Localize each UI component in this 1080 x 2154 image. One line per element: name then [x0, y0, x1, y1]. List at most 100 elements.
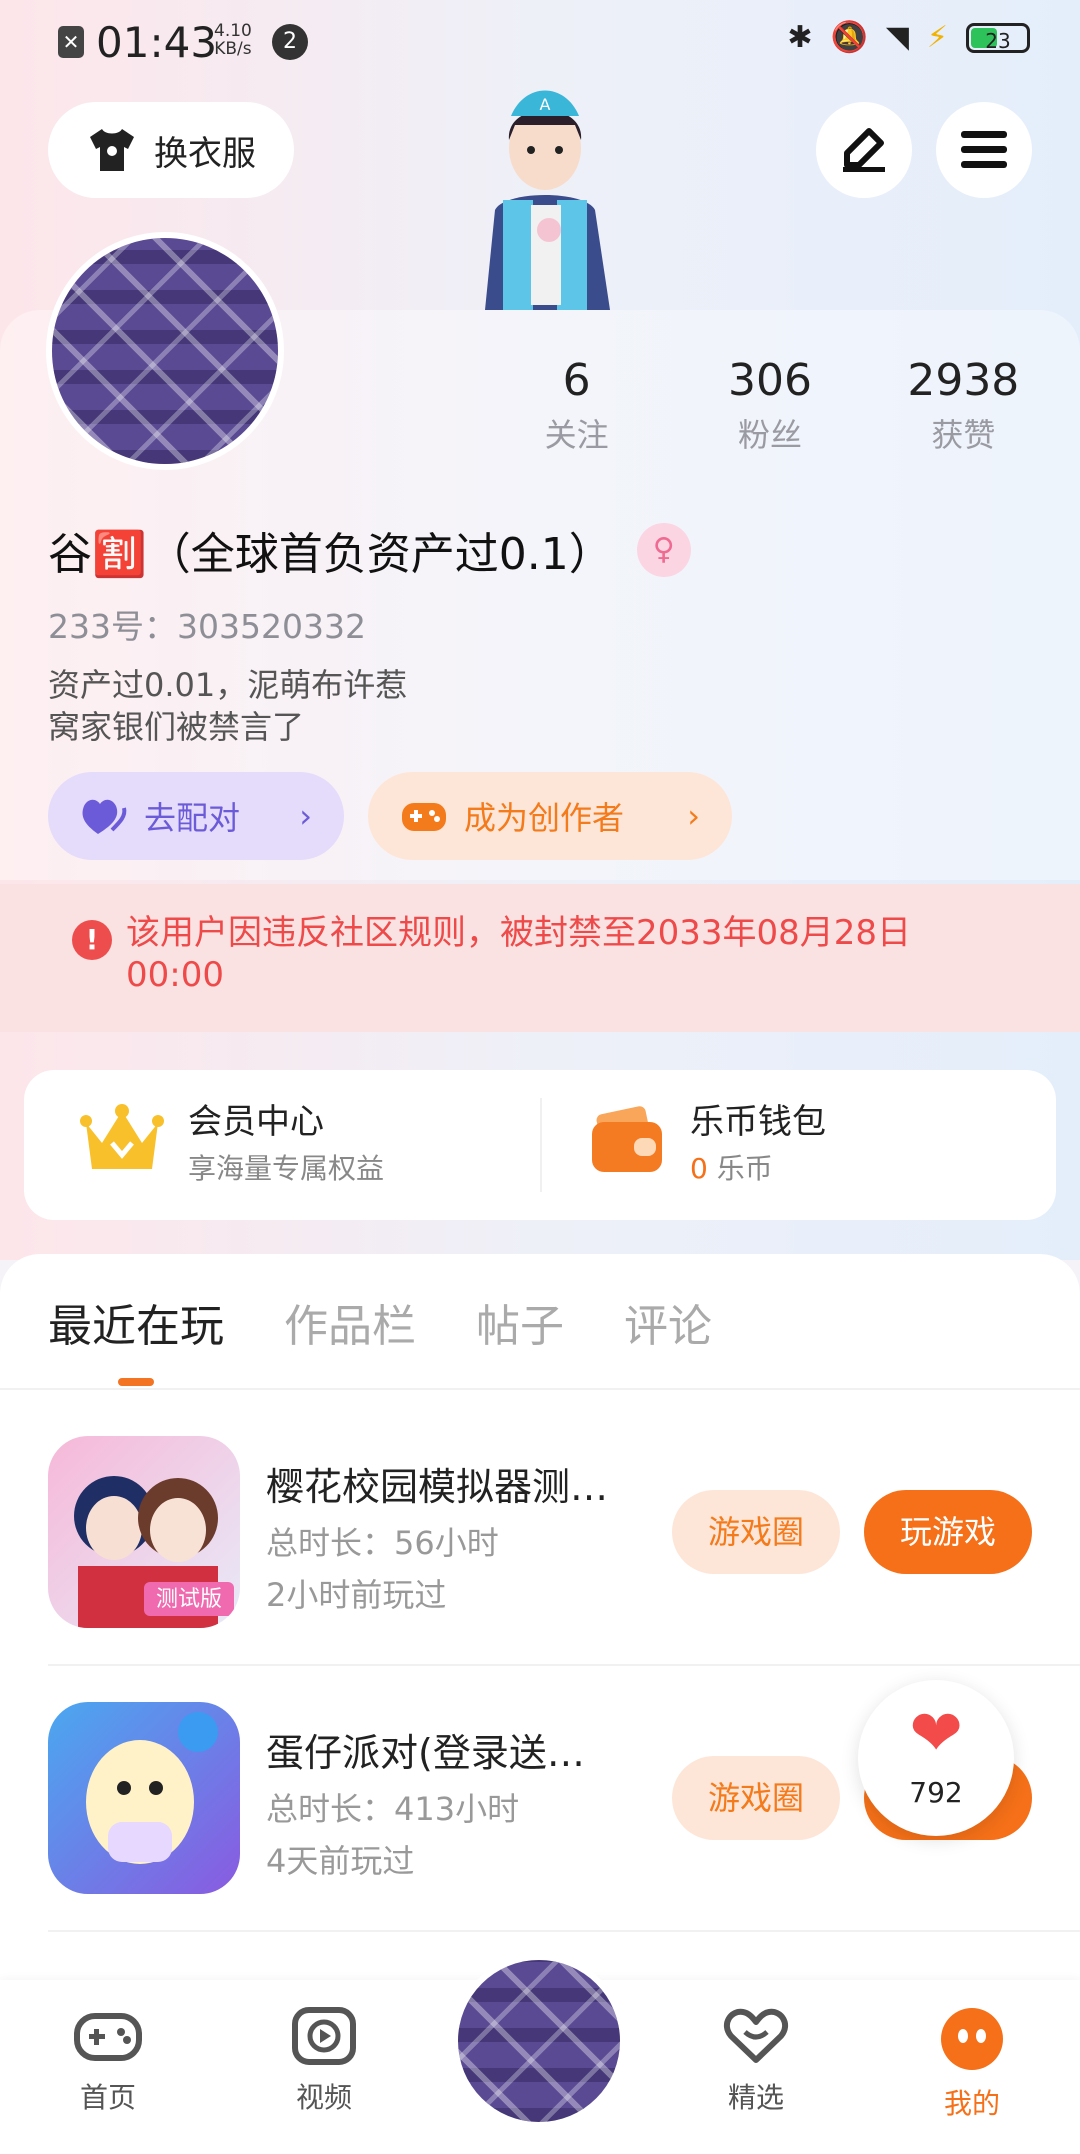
game-circle-button[interactable]: 游戏圈 — [672, 1756, 840, 1840]
nav-featured[interactable]: 精选 — [696, 2006, 816, 2116]
username: 谷🈹（全球首负资产过0.1） — [48, 529, 613, 580]
wallet-title: 乐币钱包 — [690, 1102, 826, 1142]
game-icon-sakura: 测试版 — [48, 1436, 240, 1628]
notification-count-badge: 2 — [272, 24, 308, 60]
avatar-image — [458, 1960, 620, 2122]
divider — [48, 1664, 1080, 1666]
hamburger-menu-icon — [961, 131, 1007, 168]
nav-home[interactable]: 首页 — [48, 2006, 168, 2116]
game-title: 樱花校园模拟器测… — [266, 1465, 609, 1509]
battery-level: 23 — [985, 28, 1011, 53]
character-avatar-figure[interactable]: A — [465, 80, 625, 310]
bio-line-2: 窝家银们被禁言了 — [48, 708, 305, 746]
edit-profile-button[interactable] — [816, 102, 912, 198]
mute-bell-icon: 🔕 — [830, 20, 868, 55]
tab-works[interactable]: 作品栏 — [284, 1290, 416, 1354]
profile-avatar[interactable] — [46, 232, 284, 470]
ban-notice: ! 该用户因违反社区规则，被封禁至2033年08月28日 00:00 — [0, 884, 1080, 1032]
followers-label: 粉丝 — [737, 416, 802, 454]
wallet[interactable]: 乐币钱包 0 乐币 — [590, 1094, 826, 1187]
pencil-icon — [843, 128, 885, 172]
network-speed-value: 4.10 — [214, 21, 252, 41]
gamepad-icon — [74, 2013, 142, 2061]
likes-count: 2938 — [907, 355, 1020, 406]
game-last-played: 4天前玩过 — [266, 1842, 415, 1880]
user-bio: 资产过0.01，泥萌布许惹 窝家银们被禁言了 — [48, 664, 407, 748]
avatar-image — [52, 238, 278, 464]
nav-video-label: 视频 — [295, 2081, 352, 2114]
game-badge: 测试版 — [156, 1587, 222, 1612]
following-count: 6 — [562, 355, 591, 406]
wallet-icon — [592, 1105, 662, 1172]
nav-video[interactable]: 视频 — [264, 2006, 384, 2116]
svg-text:A: A — [540, 95, 551, 114]
followers-stat[interactable]: 306 粉丝 — [673, 355, 866, 456]
status-time: 01:43 — [96, 18, 218, 67]
followers-count: 306 — [728, 355, 812, 406]
become-creator-label: 成为创作者 — [464, 799, 625, 837]
game-duration: 总时长：56小时 — [266, 1524, 499, 1562]
alert-icon: ! — [72, 920, 112, 960]
status-bar: ✕ 01:43 4.10 KB/s 2 ✱ 🔕 ◥ ⚡ 23 — [0, 0, 1080, 90]
tab-posts[interactable]: 帖子 — [476, 1290, 564, 1354]
vip-wallet-card: 会员中心 享海量专属权益 乐币钱包 0 乐币 — [24, 1070, 1056, 1220]
active-tab-indicator — [118, 1378, 154, 1386]
heart-chat-icon — [723, 2008, 789, 2063]
divider — [0, 1388, 1080, 1390]
chevron-right-icon: › — [299, 797, 312, 835]
membership-title: 会员中心 — [188, 1102, 324, 1142]
crown-icon — [80, 1103, 164, 1169]
game-row[interactable]: 测试版 樱花校园模拟器测… 总时长：56小时 2小时前玩过 游戏圈 玩游戏 — [48, 1436, 1048, 1632]
following-label: 关注 — [544, 416, 609, 454]
divider — [48, 1930, 1080, 1932]
female-gender-icon: ♀ — [636, 523, 691, 577]
charging-icon: ⚡ — [926, 20, 948, 55]
profile-tabs: 最近在玩 作品栏 帖子 评论 — [48, 1290, 712, 1354]
game-icon-eggy-party — [48, 1702, 240, 1894]
center-avatar-button[interactable] — [452, 1954, 626, 2128]
bio-line-1: 资产过0.01，泥萌布许惹 — [48, 666, 408, 704]
user-id: 233号：303520332 — [48, 607, 366, 646]
match-button[interactable]: 去配对 › — [48, 772, 344, 860]
ban-notice-text: 该用户因违反社区规则，被封禁至2033年08月28日 00:00 — [126, 913, 912, 995]
name-row: 谷🈹（全球首负资产过0.1） ♀ — [48, 518, 691, 582]
wallet-amount: 0 — [690, 1152, 708, 1185]
game-last-played: 2小时前玩过 — [266, 1576, 447, 1614]
match-label: 去配对 — [144, 799, 241, 837]
profile-stats: 6 关注 306 粉丝 2938 获赞 — [480, 355, 1060, 456]
membership-subtitle: 享海量专属权益 — [188, 1152, 385, 1185]
likes-stat[interactable]: 2938 获赞 — [867, 355, 1060, 456]
membership-center[interactable]: 会员中心 享海量专属权益 — [80, 1094, 384, 1187]
game-title: 蛋仔派对(登录送… — [266, 1731, 585, 1775]
nav-mine-label: 我的 — [943, 2087, 1000, 2120]
battery-icon: 23 — [966, 22, 1030, 53]
menu-button[interactable] — [936, 102, 1032, 198]
tab-comments[interactable]: 评论 — [624, 1290, 712, 1354]
divider — [540, 1098, 542, 1192]
following-stat[interactable]: 6 关注 — [480, 355, 673, 456]
tshirt-icon — [90, 129, 134, 171]
game-circle-button[interactable]: 游戏圈 — [672, 1490, 840, 1574]
video-play-icon — [292, 2007, 356, 2065]
status-icons: ✱ 🔕 ◥ ⚡ 23 — [787, 20, 1030, 55]
network-speed-unit: KB/s — [214, 39, 252, 59]
bluetooth-icon: ✱ — [787, 20, 813, 55]
gamepad-icon — [402, 803, 446, 831]
wallet-unit: 乐币 — [716, 1152, 773, 1185]
hearts-icon — [82, 799, 127, 834]
dress-up-label: 换衣服 — [154, 133, 256, 174]
game-duration: 总时长：413小时 — [266, 1790, 520, 1828]
become-creator-button[interactable]: 成为创作者 › — [368, 772, 732, 860]
wallet-balance: 0 乐币 — [690, 1147, 826, 1187]
app-notification-icon: ✕ — [58, 26, 84, 58]
tab-recently-played[interactable]: 最近在玩 — [48, 1290, 224, 1354]
dress-up-button[interactable]: 换衣服 — [48, 102, 294, 198]
like-button[interactable]: ❤ 792 — [858, 1680, 1014, 1836]
play-game-button[interactable]: 玩游戏 — [864, 1490, 1032, 1574]
nav-mine[interactable]: 我的 — [912, 2006, 1032, 2122]
heart-icon: ❤ — [909, 1697, 963, 1771]
chevron-right-icon: › — [687, 797, 700, 835]
like-count: 792 — [909, 1776, 963, 1809]
wifi-icon: ◥ — [885, 20, 909, 55]
likes-label: 获赞 — [931, 416, 996, 454]
